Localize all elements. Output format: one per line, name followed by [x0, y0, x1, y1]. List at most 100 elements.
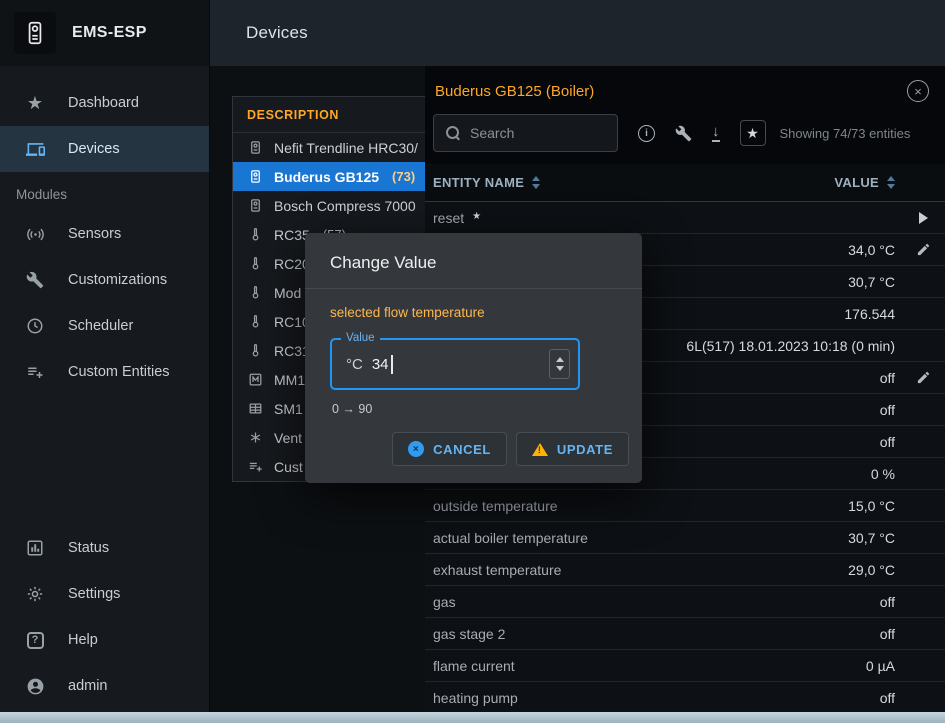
device-title: Buderus GB125 (Boiler) — [433, 83, 907, 100]
sidebar-item-label: Scheduler — [68, 318, 133, 334]
close-icon[interactable] — [907, 80, 929, 102]
sidebar-item-custom-entities[interactable]: Custom Entities — [0, 349, 209, 395]
thermostat-icon — [247, 343, 264, 358]
entity-name: reset — [433, 210, 464, 226]
value-text: 34 — [372, 356, 389, 373]
sidebar-item-customizations[interactable]: Customizations — [0, 257, 209, 303]
run-command-icon[interactable] — [919, 212, 928, 224]
sort-value-icon[interactable] — [887, 176, 895, 189]
dialog-title: Change Value — [305, 233, 642, 288]
device-name: MM1 — [274, 372, 305, 388]
device-name: Vent — [274, 430, 302, 446]
dialog-entity-label: selected flow temperature — [330, 305, 617, 320]
entity-row[interactable]: gas off — [425, 586, 945, 618]
edit-pencil-icon[interactable] — [916, 370, 931, 385]
app-header: EMS-ESP — [0, 0, 209, 66]
thermostat-icon — [247, 285, 264, 300]
sidebar-item-label: Sensors — [68, 226, 121, 242]
sidebar-item-label: Devices — [68, 141, 120, 157]
boiler-logo-icon — [22, 20, 48, 46]
thermostat-icon — [247, 227, 264, 242]
sidebar-item-label: Customizations — [68, 272, 167, 288]
boiler-icon — [247, 198, 264, 213]
stepper-up-icon[interactable] — [556, 357, 564, 362]
info-icon[interactable] — [638, 125, 655, 142]
sidebar-item-devices[interactable]: Devices — [0, 126, 209, 172]
entity-value: 176.544 — [844, 306, 895, 322]
entity-value: off — [880, 594, 895, 610]
entity-row[interactable]: exhaust temperature 29,0 °C — [425, 554, 945, 586]
sidebar-bottom-group: Status Settings Help admin — [0, 525, 209, 723]
star-icon — [24, 93, 46, 114]
search-input[interactable] — [470, 125, 605, 141]
entity-value: off — [880, 690, 895, 706]
entity-row[interactable]: actual boiler temperature 30,7 °C — [425, 522, 945, 554]
favorites-toggle-icon[interactable] — [740, 120, 766, 146]
device-name: Nefit Trendline HRC30/ — [274, 140, 418, 156]
sidebar-item-label: Settings — [68, 586, 120, 602]
update-button[interactable]: UPDATE — [516, 432, 629, 466]
modules-section-label: Modules — [0, 172, 209, 211]
device-name: Buderus GB125 — [274, 169, 379, 185]
devices-icon — [24, 140, 46, 159]
maintenance-wrench-icon[interactable] — [675, 125, 692, 142]
device-name: Mod — [274, 285, 301, 301]
edit-pencil-icon[interactable] — [916, 242, 931, 257]
sidebar-item-help[interactable]: Help — [0, 617, 209, 663]
value-unit: °C — [346, 356, 363, 373]
download-icon[interactable] — [712, 124, 720, 142]
custom-list-icon — [247, 459, 264, 474]
sidebar-item-settings[interactable]: Settings — [0, 571, 209, 617]
text-caret — [391, 355, 393, 374]
warning-triangle-icon — [532, 443, 548, 456]
device-name: Cust — [274, 459, 303, 475]
search-box — [433, 114, 618, 152]
sidebar: EMS-ESP Dashboard Devices Modules — [0, 0, 210, 723]
fan-icon — [247, 430, 264, 445]
entity-value: 0 % — [871, 466, 895, 482]
device-count: (73) — [392, 169, 415, 184]
cancel-button[interactable]: CANCEL — [392, 432, 507, 466]
clock-icon — [24, 317, 46, 335]
dialog-actions: CANCEL UPDATE — [305, 416, 642, 483]
help-icon — [24, 632, 46, 649]
thermostat-icon — [247, 256, 264, 271]
sidebar-item-sensors[interactable]: Sensors — [0, 211, 209, 257]
device-name: Bosch Compress 7000 — [274, 198, 416, 214]
entity-value: 29,0 °C — [848, 562, 895, 578]
topbar: Devices — [210, 0, 945, 66]
boiler-icon — [247, 169, 264, 184]
value-stepper[interactable] — [549, 349, 570, 379]
entity-count-text: Showing 74/73 entities — [780, 126, 911, 141]
sidebar-item-dashboard[interactable]: Dashboard — [0, 80, 209, 126]
sidebar-item-admin[interactable]: admin — [0, 663, 209, 709]
entity-panel-header: Buderus GB125 (Boiler) Showing 74/73 ent… — [425, 66, 945, 164]
thermostat-icon — [247, 314, 264, 329]
sidebar-item-status[interactable]: Status — [0, 525, 209, 571]
entity-name: exhaust temperature — [433, 562, 561, 578]
column-value: VALUE — [834, 175, 879, 190]
page-title: Devices — [246, 23, 308, 43]
entity-name: flame current — [433, 658, 515, 674]
boiler-icon — [247, 140, 264, 155]
entity-value: off — [880, 402, 895, 418]
entity-name: outside temperature — [433, 498, 558, 514]
solar-module-icon — [247, 401, 264, 416]
entity-value: off — [880, 370, 895, 386]
value-range-hint: 0 → 90 — [332, 402, 617, 416]
user-icon — [24, 677, 46, 696]
entity-value: off — [880, 434, 895, 450]
sidebar-item-label: Dashboard — [68, 95, 139, 111]
horizontal-scrollbar[interactable] — [0, 712, 945, 723]
entity-name: heating pump — [433, 690, 518, 706]
entity-row[interactable]: heating pump off — [425, 682, 945, 714]
entity-row[interactable]: flame current 0 µA — [425, 650, 945, 682]
entity-row[interactable]: outside temperature 15,0 °C — [425, 490, 945, 522]
stepper-down-icon[interactable] — [556, 366, 564, 371]
entity-row[interactable]: gas stage 2 off — [425, 618, 945, 650]
entity-row[interactable]: reset ★ — [425, 202, 945, 234]
sidebar-item-scheduler[interactable]: Scheduler — [0, 303, 209, 349]
sort-entity-name-icon[interactable] — [532, 176, 540, 189]
value-input[interactable]: Value °C 34 — [330, 338, 580, 390]
entity-table-header: ENTITY NAME VALUE — [425, 164, 945, 202]
